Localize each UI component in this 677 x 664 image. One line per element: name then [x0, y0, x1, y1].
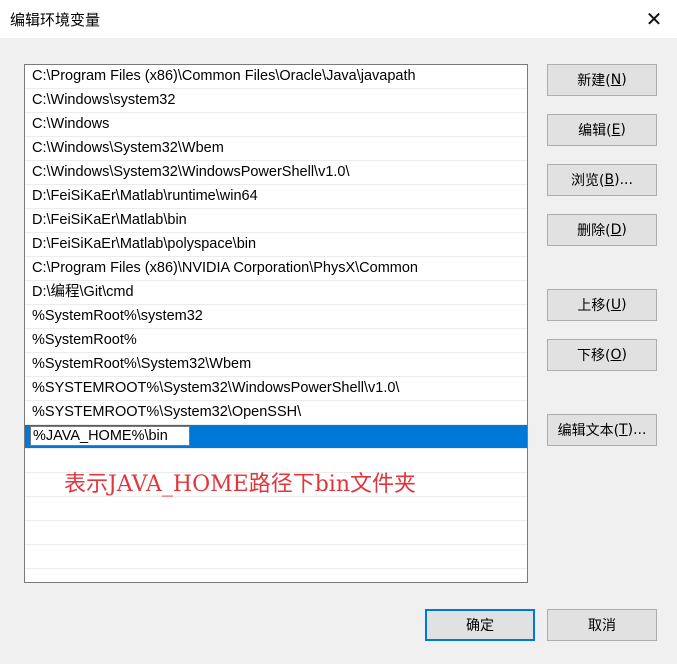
- edit-button[interactable]: 编辑(E): [547, 114, 657, 146]
- move-down-button-label: 下移(: [577, 348, 611, 364]
- ok-button[interactable]: 确定: [425, 609, 535, 641]
- delete-button-key: D: [610, 222, 622, 238]
- new-button-key: N: [610, 72, 622, 88]
- new-button-suffix: ): [621, 72, 627, 88]
- list-item[interactable]: %SystemRoot%: [25, 329, 527, 353]
- close-icon[interactable]: ✕: [631, 0, 677, 38]
- title-bar: 编辑环境变量 ✕: [0, 0, 677, 38]
- edit-button-suffix: ): [620, 122, 626, 138]
- move-up-button-label: 上移(: [577, 298, 611, 314]
- list-item[interactable]: D:\FeiSiKaEr\Matlab\polyspace\bin: [25, 233, 527, 257]
- edit-text-button[interactable]: 编辑文本(T)...: [547, 414, 657, 446]
- list-item[interactable]: C:\Windows: [25, 113, 527, 137]
- new-button-label: 新建(: [577, 73, 611, 89]
- delete-button-label: 删除(: [577, 223, 611, 239]
- list-item[interactable]: %SystemRoot%\System32\Wbem: [25, 353, 527, 377]
- browse-button[interactable]: 浏览(B)...: [547, 164, 657, 196]
- list-item[interactable]: C:\Windows\system32: [25, 89, 527, 113]
- edit-text-button-label: 编辑文本(: [557, 423, 620, 439]
- edit-button-label: 编辑(: [578, 123, 612, 139]
- edit-text-button-suffix: )...: [627, 422, 647, 438]
- move-up-button-key: U: [610, 297, 622, 313]
- browse-button-key: B: [604, 172, 615, 188]
- browse-button-label: 浏览(: [571, 173, 605, 189]
- list-item[interactable]: %SYSTEMROOT%\System32\OpenSSH\: [25, 401, 527, 425]
- list-item[interactable]: C:\Windows\System32\WindowsPowerShell\v1…: [25, 161, 527, 185]
- move-down-button-key: O: [610, 347, 622, 363]
- window-title: 编辑环境变量: [10, 11, 101, 29]
- new-button[interactable]: 新建(N): [547, 64, 657, 96]
- move-down-button[interactable]: 下移(O): [547, 339, 657, 371]
- list-item-selected[interactable]: %JAVA_HOME%\bin: [25, 425, 527, 449]
- cancel-button[interactable]: 取消: [547, 609, 657, 641]
- list-item[interactable]: C:\Program Files (x86)\NVIDIA Corporatio…: [25, 257, 527, 281]
- path-list[interactable]: C:\Program Files (x86)\Common Files\Orac…: [24, 64, 528, 583]
- list-item-empty[interactable]: [25, 545, 527, 569]
- delete-button-suffix: ): [621, 222, 627, 238]
- list-item[interactable]: D:\编程\Git\cmd: [25, 281, 527, 305]
- list-item-empty[interactable]: [25, 521, 527, 545]
- edit-text-button-key: T: [619, 422, 628, 438]
- list-item[interactable]: C:\Windows\System32\Wbem: [25, 137, 527, 161]
- list-item[interactable]: D:\FeiSiKaEr\Matlab\bin: [25, 209, 527, 233]
- list-item[interactable]: D:\FeiSiKaEr\Matlab\runtime\win64: [25, 185, 527, 209]
- list-item[interactable]: %SystemRoot%\system32: [25, 305, 527, 329]
- annotation-text: 表示JAVA_HOME路径下bin文件夹: [64, 472, 416, 497]
- browse-button-suffix: )...: [614, 172, 633, 188]
- delete-button[interactable]: 删除(D): [547, 214, 657, 246]
- move-up-button-suffix: ): [621, 297, 627, 313]
- list-item[interactable]: C:\Program Files (x86)\Common Files\Orac…: [25, 65, 527, 89]
- move-up-button[interactable]: 上移(U): [547, 289, 657, 321]
- edit-button-key: E: [611, 122, 621, 138]
- move-down-button-suffix: ): [621, 347, 627, 363]
- list-item[interactable]: %SYSTEMROOT%\System32\WindowsPowerShell\…: [25, 377, 527, 401]
- path-edit-input[interactable]: %JAVA_HOME%\bin: [30, 426, 190, 446]
- list-item-empty[interactable]: [25, 497, 527, 521]
